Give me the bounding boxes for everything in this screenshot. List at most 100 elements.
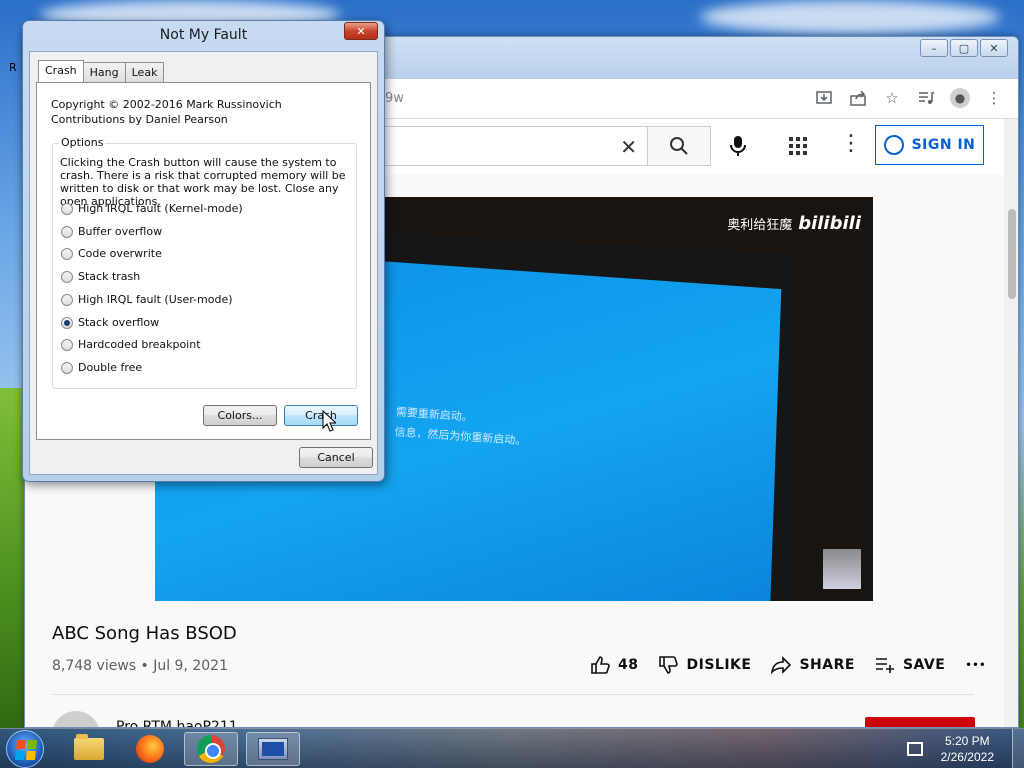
radio-label: High IRQL fault (Kernel-mode) (78, 202, 243, 215)
folder-icon (74, 734, 104, 760)
sign-in-button[interactable]: SIGN IN (875, 125, 984, 165)
close-window-button[interactable]: ✕ (980, 39, 1008, 57)
mouse-cursor-icon (322, 410, 336, 432)
share-arrow-icon (771, 656, 792, 675)
radio-option[interactable]: High IRQL fault (User-mode) (61, 293, 233, 306)
radio-option-selected[interactable]: Stack overflow (61, 316, 159, 329)
taskbar-explorer[interactable] (62, 732, 116, 766)
radio-option[interactable]: Code overwrite (61, 247, 162, 260)
notmyfault-icon (258, 738, 288, 760)
options-legend: Options (59, 136, 106, 149)
apps-grid-icon[interactable] (789, 137, 807, 155)
radio-label: High IRQL fault (User-mode) (78, 293, 233, 306)
dialog-title: Not My Fault (159, 27, 248, 43)
dialog-tabs: Crash Hang Leak (38, 60, 165, 84)
taskbar-firefox[interactable] (123, 732, 177, 766)
start-button[interactable] (6, 730, 44, 768)
dialog-close-button[interactable]: ✕ (344, 22, 378, 40)
radio-option[interactable]: Stack trash (61, 270, 140, 283)
channel-avatar[interactable] (52, 711, 100, 727)
video-meta: 8,748 views • Jul 9, 2021 (52, 658, 228, 674)
search-input[interactable]: ✕ (355, 126, 647, 166)
options-description: Clicking the Crash button will cause the… (60, 156, 346, 208)
radio-option[interactable]: Hardcoded breakpoint (61, 338, 201, 351)
tab-hang[interactable]: Hang (82, 62, 126, 84)
install-app-icon[interactable] (814, 88, 834, 108)
share-icon[interactable] (848, 88, 868, 108)
tab-leak[interactable]: Leak (124, 62, 165, 84)
taskbar-chrome[interactable] (184, 732, 238, 766)
clock-time: 5:20 PM (944, 734, 990, 748)
radio-button[interactable] (61, 361, 73, 374)
radio-label: Double free (78, 361, 143, 374)
radio-button[interactable] (61, 338, 73, 351)
video-watermark: 奥利给狂魔 bilibili (727, 213, 861, 234)
radio-label: Stack overflow (78, 316, 160, 329)
copyright-text: Copyright © 2002-2016 Mark Russinovich (51, 98, 282, 111)
tab-crash[interactable]: Crash (38, 60, 84, 82)
radio-button-checked[interactable] (61, 316, 73, 329)
minimize-button[interactable]: – (920, 39, 948, 57)
sign-in-label: SIGN IN (911, 137, 976, 153)
more-actions-button[interactable]: ••• (965, 660, 986, 671)
like-count: 48 (618, 657, 639, 673)
bookmark-star-icon[interactable]: ☆ (882, 88, 902, 108)
firefox-icon (136, 735, 164, 763)
save-label: SAVE (902, 657, 946, 673)
share-button[interactable]: SHARE (771, 655, 854, 675)
video-title: ABC Song Has BSOD (52, 623, 237, 644)
address-bar-text[interactable]: 9w (385, 91, 404, 106)
windows-logo-icon (14, 740, 38, 760)
dislike-button[interactable]: DISLIKE (658, 655, 751, 675)
media-queue-icon[interactable] (916, 88, 936, 108)
section-divider (52, 694, 974, 695)
radio-option[interactable]: High IRQL fault (Kernel-mode) (61, 202, 243, 215)
watermark-text: 奥利给狂魔 (727, 218, 793, 233)
search-button[interactable] (647, 126, 711, 166)
subscribe-button[interactable] (865, 717, 975, 727)
page-scrollbar[interactable] (1004, 119, 1018, 727)
window-controls: – ▢ ✕ (920, 39, 1008, 57)
taskbar-notmyfault[interactable] (246, 732, 300, 766)
microphone-icon[interactable] (725, 133, 751, 159)
copyright-block: Copyright © 2002-2016 Mark Russinovich C… (51, 97, 282, 127)
radio-option[interactable]: Double free (61, 361, 142, 374)
save-button[interactable]: SAVE (875, 655, 945, 675)
taskbar: 5:20 PM 2/26/2022 (0, 728, 1024, 768)
toolbar-icons: ☆ ● ⋮ (814, 88, 1004, 108)
bilibili-logo: bilibili (798, 213, 861, 234)
browser-menu-icon[interactable]: ⋮ (984, 88, 1004, 108)
radio-button[interactable] (61, 270, 73, 283)
share-label: SHARE (799, 657, 855, 673)
thumbs-up-icon (591, 656, 610, 674)
crash-tab-panel: Copyright © 2002-2016 Mark Russinovich C… (36, 82, 371, 440)
radio-option[interactable]: Buffer overflow (61, 225, 162, 238)
radio-label: Hardcoded breakpoint (78, 338, 201, 351)
settings-menu-icon[interactable]: ⋮ (840, 133, 862, 155)
radio-button[interactable] (61, 247, 73, 260)
dislike-label: DISLIKE (686, 657, 752, 673)
options-group: Options Clicking the Crash button will c… (52, 136, 357, 389)
chrome-icon (197, 735, 225, 763)
video-actions: 48 DISLIKE SHARE SAVE ••• (590, 655, 986, 675)
scrollbar-thumb[interactable] (1008, 209, 1016, 299)
channel-name[interactable]: Pro RTM haoP211 (116, 719, 238, 727)
clear-search-icon[interactable]: ✕ (620, 135, 637, 159)
radio-label: Code overwrite (78, 247, 162, 260)
radio-label: Buffer overflow (78, 225, 163, 238)
clock-date: 2/26/2022 (940, 750, 994, 764)
show-desktop-button[interactable] (1012, 729, 1024, 768)
network-icon[interactable] (906, 742, 923, 756)
maximize-button[interactable]: ▢ (950, 39, 978, 57)
radio-button[interactable] (61, 225, 73, 238)
radio-button[interactable] (61, 293, 73, 306)
clock[interactable]: 5:20 PM 2/26/2022 (941, 733, 994, 765)
crash-button[interactable]: Crash (284, 405, 358, 426)
profile-avatar-icon[interactable]: ● (950, 88, 970, 108)
cancel-button[interactable]: Cancel (299, 447, 373, 468)
playlist-add-icon (875, 658, 894, 673)
like-button[interactable]: 48 (590, 655, 638, 675)
radio-label: Stack trash (78, 270, 141, 283)
colors-button[interactable]: Colors... (203, 405, 277, 426)
radio-button[interactable] (61, 202, 73, 215)
